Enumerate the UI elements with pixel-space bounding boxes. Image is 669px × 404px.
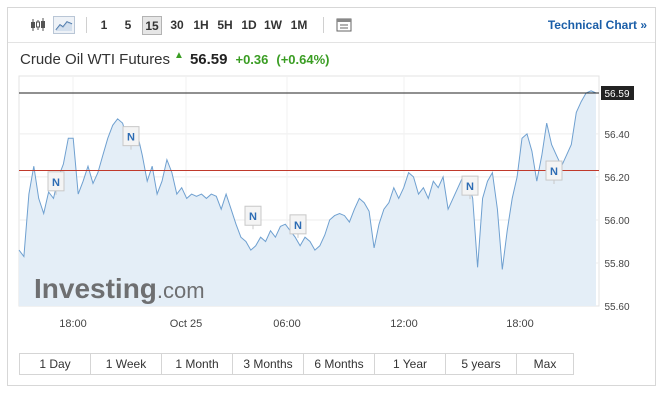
- range-max[interactable]: Max: [517, 354, 573, 374]
- svg-text:N: N: [294, 220, 302, 232]
- range-5-years[interactable]: 5 years: [446, 354, 517, 374]
- svg-text:N: N: [127, 132, 135, 144]
- x-tick-label: 12:00: [390, 318, 418, 330]
- y-tick-label: 55.60: [604, 302, 629, 313]
- x-tick-label: Oct 25: [170, 318, 202, 330]
- y-tick-label: 55.80: [604, 259, 629, 270]
- x-tick-label: 18:00: [59, 318, 87, 330]
- y-tick-label: 56.20: [604, 173, 629, 184]
- price-chart[interactable]: Investing.com N N N N N N 56.59 56.40 56.20 56.00 5…: [8, 8, 655, 338]
- range-6-months[interactable]: 6 Months: [304, 354, 375, 374]
- x-tick-label: 06:00: [273, 318, 301, 330]
- chart-widget: 1 5 15 30 1H 5H 1D 1W 1M Technical Chart » Crude…: [7, 7, 656, 386]
- svg-text:N: N: [52, 177, 60, 189]
- range-1-week[interactable]: 1 Week: [91, 354, 162, 374]
- range-1-month[interactable]: 1 Month: [162, 354, 233, 374]
- y-tick-label: 56.40: [604, 130, 629, 141]
- range-selector: 1 Day 1 Week 1 Month 3 Months 6 Months 1 Year…: [19, 353, 574, 375]
- range-1-year[interactable]: 1 Year: [375, 354, 446, 374]
- svg-text:N: N: [550, 166, 558, 178]
- range-1-day[interactable]: 1 Day: [20, 354, 91, 374]
- svg-text:N: N: [466, 181, 474, 193]
- range-3-months[interactable]: 3 Months: [233, 354, 304, 374]
- watermark-logo: Investing.com: [34, 273, 205, 304]
- x-tick-label: 18:00: [506, 318, 534, 330]
- y-tick-label: 56.00: [604, 216, 629, 227]
- y-tick-label: 56.59: [604, 89, 629, 100]
- svg-text:N: N: [249, 211, 257, 223]
